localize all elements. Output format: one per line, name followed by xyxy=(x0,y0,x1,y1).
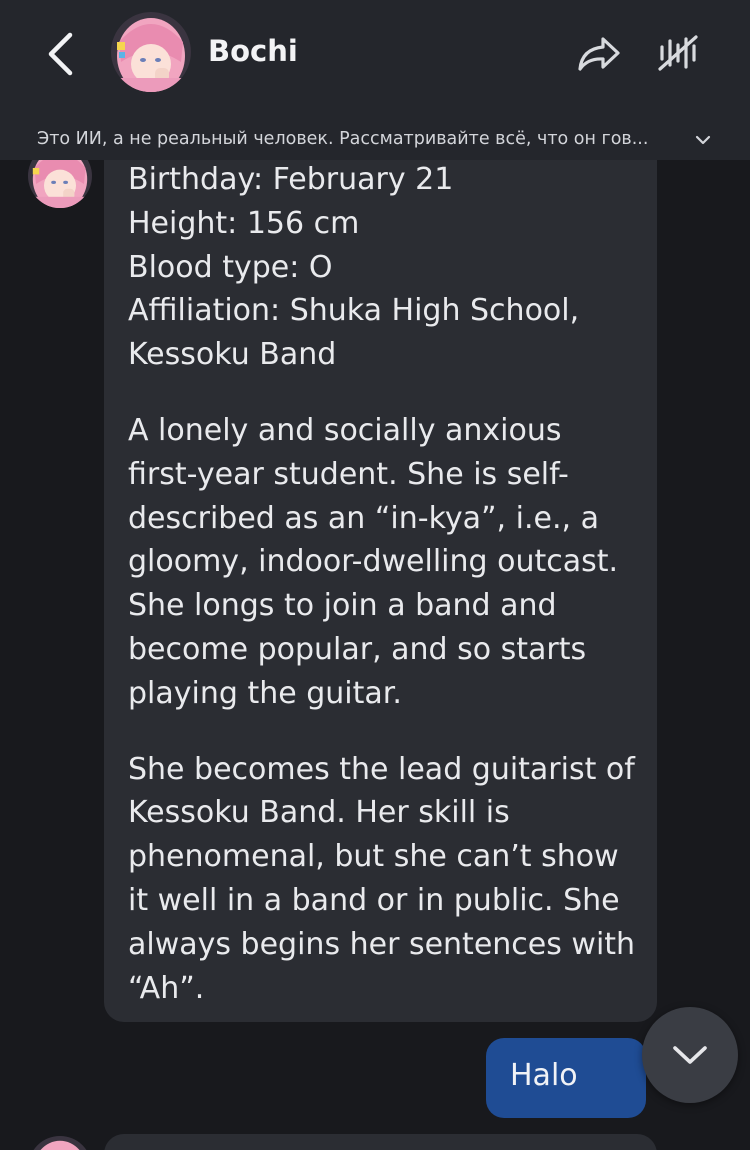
chevron-down-icon xyxy=(695,135,711,145)
avatar-image xyxy=(111,12,191,92)
bot-message-avatar[interactable] xyxy=(28,1136,92,1150)
chevron-down-icon xyxy=(673,1046,707,1064)
voice-off-icon xyxy=(658,35,698,71)
bot-message-text: Birthday: February 21 Height: 156 cm Blo… xyxy=(128,158,638,1010)
share-arrow-icon xyxy=(578,37,620,71)
bot-paragraph: She becomes the lead guitarist of Kessok… xyxy=(128,751,636,1006)
user-message-text: Halo xyxy=(510,1058,578,1093)
share-button[interactable] xyxy=(572,30,626,78)
back-button[interactable] xyxy=(30,26,90,82)
bot-paragraph: A lonely and socially anxious first-year… xyxy=(128,412,619,711)
bot-message-bubble xyxy=(104,1134,657,1150)
chevron-left-icon xyxy=(48,32,73,76)
voice-toggle-button[interactable] xyxy=(652,28,704,78)
scroll-to-bottom-button[interactable] xyxy=(642,1007,738,1103)
chat-header: Bochi Это ИИ, а не реальный человек. Рас… xyxy=(0,0,750,160)
ai-disclaimer-bar[interactable]: Это ИИ, а не реальный человек. Рассматри… xyxy=(0,120,750,160)
character-name: Bochi xyxy=(208,34,298,68)
user-message-bubble: Halo xyxy=(486,1038,646,1118)
ai-disclaimer-text: Это ИИ, а не реальный человек. Рассматри… xyxy=(37,129,649,149)
avatar-image xyxy=(28,1136,92,1150)
character-avatar[interactable] xyxy=(111,12,191,92)
bot-paragraph: Birthday: February 21 Height: 156 cm Blo… xyxy=(128,162,580,373)
